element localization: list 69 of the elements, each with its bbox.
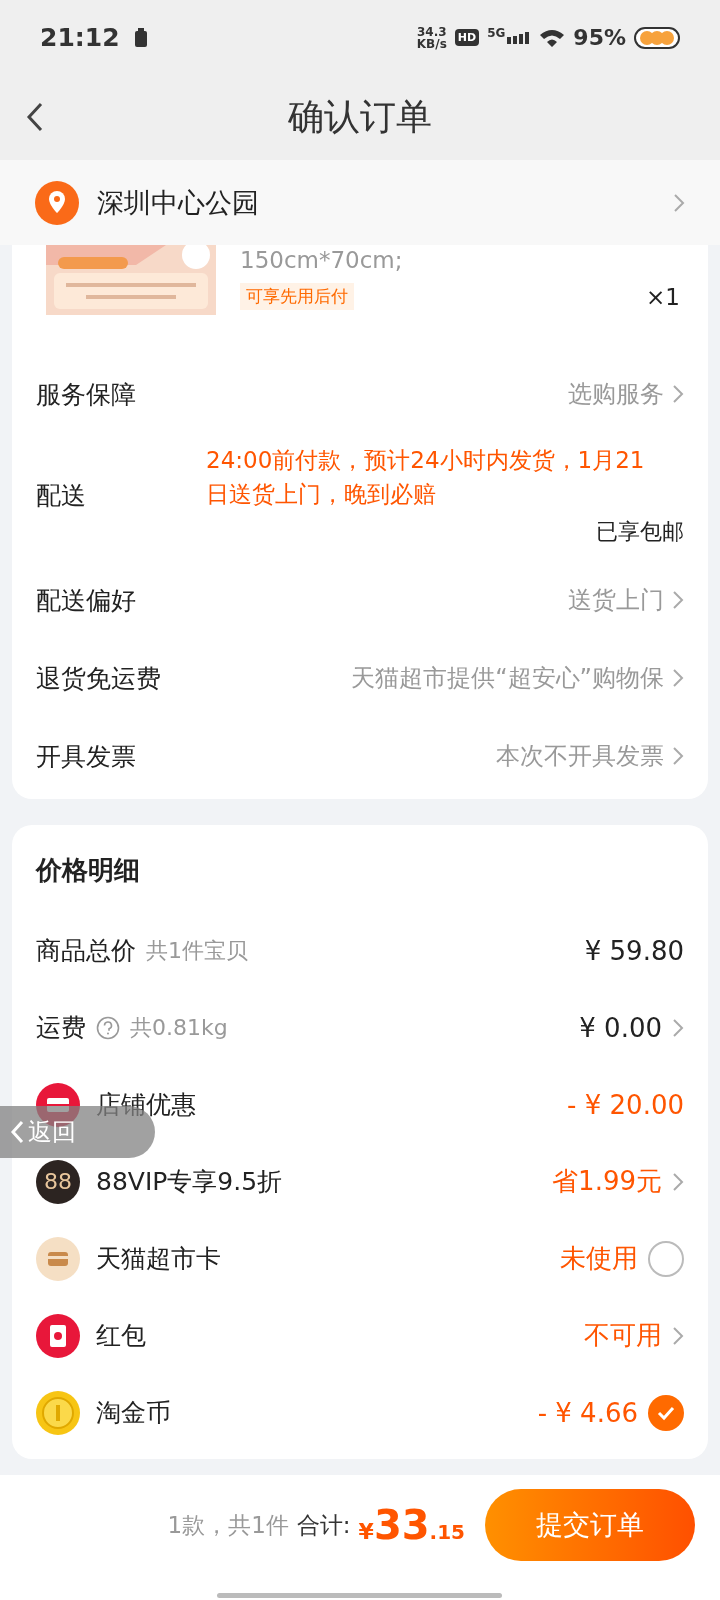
price-label: 天猫超市卡 xyxy=(96,1243,221,1275)
chevron-right-icon xyxy=(672,746,684,766)
section-title: 价格明细 xyxy=(36,854,141,887)
vip-badge-icon: 88 xyxy=(36,1159,80,1204)
chevron-right-icon xyxy=(672,384,684,404)
payment-tag: 可享先用后付 xyxy=(240,283,354,310)
chevron-right-icon[interactable] xyxy=(672,1171,684,1192)
price-label: 商品总价 xyxy=(36,935,136,967)
price-label: 88VIP专享9.5折 xyxy=(96,1166,283,1198)
price-value: 不可用 xyxy=(584,1319,662,1352)
chevron-right-icon[interactable] xyxy=(672,1017,684,1038)
page-title: 确认订单 xyxy=(288,95,432,139)
order-option-row[interactable]: 开具发票 本次不开具发票 xyxy=(36,717,684,795)
chevron-right-icon xyxy=(672,668,684,688)
address-bar[interactable]: 深圳中心公园 xyxy=(0,160,720,245)
row-label: 退货免运费 xyxy=(36,662,161,695)
price-value: ¥ 59.80 xyxy=(584,935,684,966)
order-option-row[interactable]: 退货免运费 天猫超市提供“超安心”购物保 xyxy=(36,639,684,717)
radio-button[interactable] xyxy=(648,1394,684,1431)
radio-button[interactable] xyxy=(648,1240,684,1277)
network-type: 5G xyxy=(487,26,506,40)
price-label: 淘金币 xyxy=(96,1397,171,1429)
coin-icon xyxy=(36,1390,80,1435)
total-price: ¥33.15 xyxy=(358,1502,465,1548)
battery-icon xyxy=(133,27,148,48)
row-label: 开具发票 xyxy=(36,740,136,773)
network-speed: 34.3 KB/s xyxy=(416,25,447,50)
product-spec: 150cm*70cm; xyxy=(240,247,404,273)
row-value: 选购服务 xyxy=(567,379,664,410)
chevron-left-icon xyxy=(10,1120,24,1144)
quantity: ×1 xyxy=(646,283,681,310)
price-label: 红包 xyxy=(96,1320,146,1352)
address-text: 深圳中心公园 xyxy=(97,185,260,220)
delivery-info: 24:00前付款，预计24小时内发货，1月21日送货上门，晚到必赔 xyxy=(206,446,646,509)
price-label: 运费 xyxy=(36,1012,86,1044)
price-note: 共1件宝贝 xyxy=(146,936,248,965)
row-value: 本次不开具发票 xyxy=(495,741,664,772)
order-option-row[interactable]: 服务保障 选购服务 xyxy=(36,355,684,433)
shipping-note: 已享包邮 xyxy=(595,518,684,546)
battery-level: 95% xyxy=(573,25,626,50)
signal-icon xyxy=(507,31,532,44)
price-note: 共0.81kg xyxy=(130,1013,228,1042)
card-icon xyxy=(36,1236,80,1281)
row-label: 服务保障 xyxy=(36,378,136,411)
chevron-right-icon xyxy=(672,590,684,610)
total-label: 合计: xyxy=(296,1510,351,1540)
order-option-row[interactable]: 配送偏好 送货上门 xyxy=(36,561,684,639)
item-count: 1款，共1件 xyxy=(167,1510,289,1540)
row-label: 配送偏好 xyxy=(36,584,136,617)
location-pin-icon xyxy=(35,180,79,225)
status-time: 21:12 xyxy=(40,23,120,52)
chevron-right-icon xyxy=(673,192,685,213)
check-icon xyxy=(656,1404,676,1421)
wifi-icon xyxy=(539,27,566,48)
row-value: 天猫超市提供“超安心”购物保 xyxy=(350,663,664,694)
help-icon[interactable] xyxy=(96,1015,120,1040)
back-icon[interactable] xyxy=(26,102,44,132)
price-value: - ¥ 20.00 xyxy=(567,1089,684,1120)
price-value: 省1.99元 xyxy=(552,1165,662,1198)
back-label: 返回 xyxy=(28,1117,76,1148)
price-value: 未使用 xyxy=(560,1242,638,1275)
chevron-right-icon[interactable] xyxy=(672,1325,684,1346)
hd-badge: HD xyxy=(454,29,480,46)
price-value: - ¥ 4.66 xyxy=(537,1397,638,1428)
envelope-icon xyxy=(36,1313,80,1358)
row-label: 配送 xyxy=(36,479,87,512)
battery-icon xyxy=(634,26,680,49)
row-value: 送货上门 xyxy=(567,585,664,616)
price-value: ¥ 0.00 xyxy=(579,1012,662,1043)
